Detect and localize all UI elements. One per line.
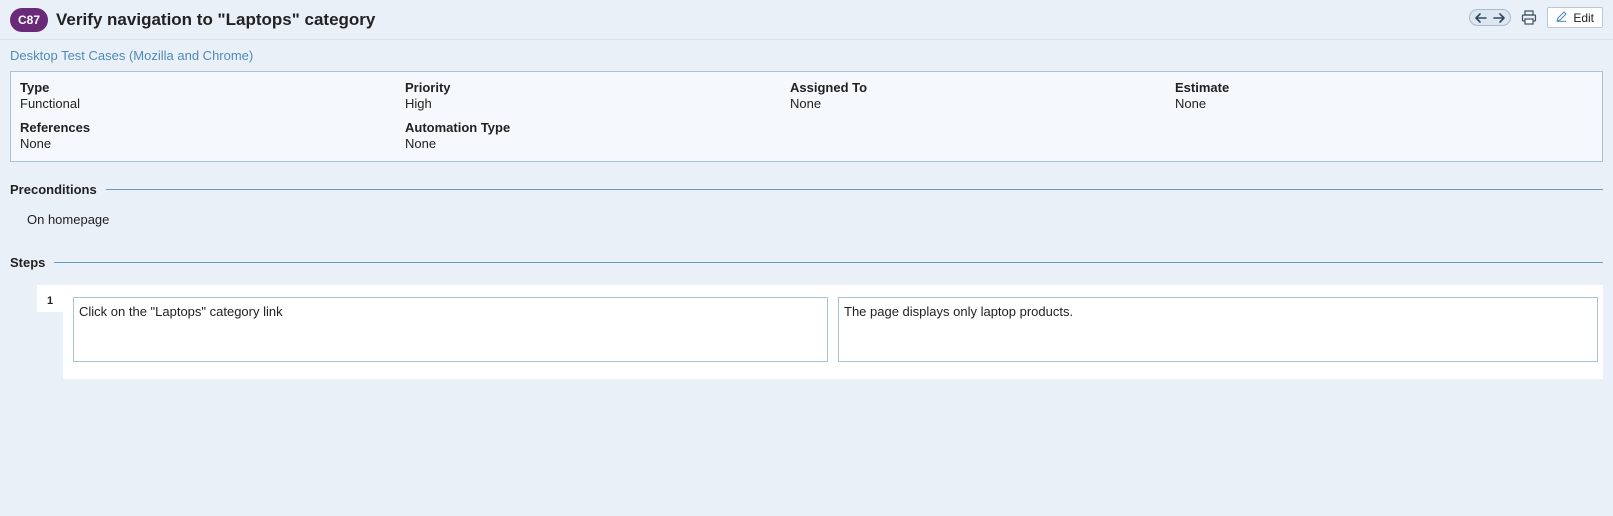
property-label: Assigned To [790,80,868,95]
property-type: Type Functional [20,80,405,112]
preconditions-header: Preconditions [10,182,1603,197]
property-priority: Priority High [405,80,790,112]
properties-row: References None Automation Type None [20,120,1593,152]
section-title: Steps [10,255,46,270]
printer-icon[interactable] [1519,8,1539,28]
property-value: High [405,96,432,111]
property-estimate: Estimate None [1175,80,1560,112]
page-title: Verify navigation to "Laptops" category [56,9,376,29]
property-label: Priority [405,80,451,95]
steps-list: 1 Click on the "Laptops" category link T… [0,285,1613,379]
breadcrumb-suite-link[interactable]: Desktop Test Cases (Mozilla and Chrome) [10,48,253,63]
page-header: C87 Verify navigation to "Laptops" categ… [0,0,1613,40]
property-label: Estimate [1175,80,1230,95]
property-references: References None [20,120,405,152]
property-label: Automation Type [405,120,511,135]
section-title: Preconditions [10,182,97,197]
property-assigned-to: Assigned To None [790,80,1175,112]
case-properties: Type Functional Priority High Assigned T… [10,71,1603,162]
property-value: None [1175,96,1207,111]
edit-button[interactable]: Edit [1547,7,1603,28]
property-value: None [790,96,822,111]
arrow-left-icon[interactable] [1473,11,1489,25]
property-value: None [405,136,437,151]
property-label: Type [20,80,50,95]
step-expected-result: The page displays only laptop products. [838,297,1598,362]
property-value: None [20,136,52,151]
section-divider [54,262,1603,263]
property-label: References [20,120,91,135]
arrow-right-icon[interactable] [1491,11,1507,25]
property-automation-type: Automation Type None [405,120,790,152]
steps-header: Steps [10,255,1603,270]
step-row: Click on the "Laptops" category link The… [63,285,1603,379]
step-number: 1 [37,285,63,312]
property-value: Functional [20,96,80,111]
header-actions: Edit [1469,7,1603,28]
case-id-badge: C87 [10,7,49,32]
case-navigation [1469,9,1512,26]
edit-button-label: Edit [1573,10,1594,25]
step-action: Click on the "Laptops" category link [73,297,828,362]
preconditions-text: On homepage [27,212,110,227]
properties-row: Type Functional Priority High Assigned T… [20,80,1593,112]
pencil-icon [1556,10,1567,25]
section-divider [105,189,1603,190]
